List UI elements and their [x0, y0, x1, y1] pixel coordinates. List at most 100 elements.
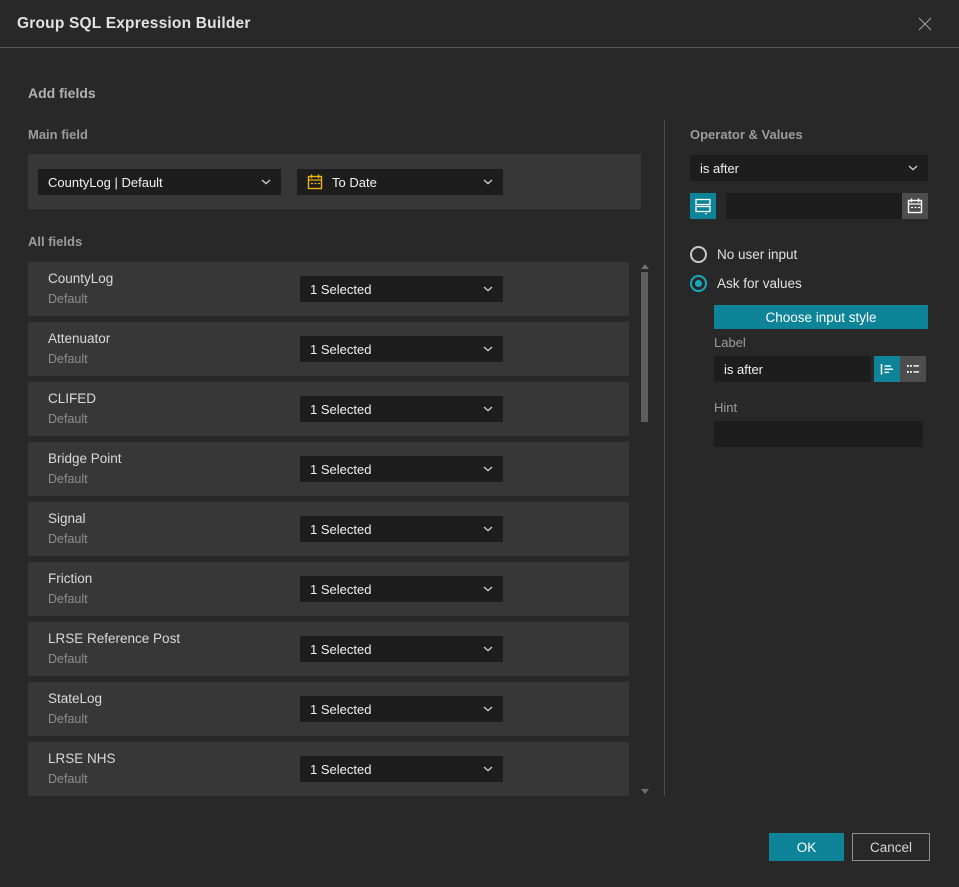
main-field-select[interactable]: CountyLog | Default: [38, 169, 281, 195]
radio-no-user-input-label: No user input: [717, 247, 798, 262]
field-values-select-value: 1 Selected: [310, 401, 372, 417]
list-input-icon: [907, 365, 919, 373]
all-fields-label: All fields: [28, 234, 83, 249]
main-field-date-select[interactable]: To Date: [297, 169, 503, 195]
label-input[interactable]: [714, 356, 871, 382]
field-row: Bridge Point Default 1 Selected: [28, 442, 629, 496]
field-values-select-value: 1 Selected: [310, 341, 372, 357]
field-values-select[interactable]: 1 Selected: [300, 696, 503, 722]
operator-values-heading: Operator & Values: [690, 127, 803, 142]
chevron-down-icon: [483, 406, 493, 412]
values-picker-button[interactable]: [690, 193, 716, 219]
add-fields-heading: Add fields: [28, 85, 96, 101]
field-name: CountyLog: [48, 271, 114, 286]
field-values-select[interactable]: 1 Selected: [300, 756, 503, 782]
field-name: Signal: [48, 511, 86, 526]
close-button[interactable]: [914, 13, 936, 35]
field-values-select-value: 1 Selected: [310, 461, 372, 477]
field-row: StateLog Default 1 Selected: [28, 682, 629, 736]
field-values-select[interactable]: 1 Selected: [300, 336, 503, 362]
chevron-down-icon: [908, 165, 918, 171]
all-fields-list: CountyLog Default 1 Selected Attenuator …: [28, 262, 629, 802]
scroll-up-icon[interactable]: [641, 264, 649, 269]
field-name: LRSE Reference Post: [48, 631, 181, 646]
main-field-panel: CountyLog | Default To Date: [28, 154, 641, 209]
field-subtitle: Default: [48, 292, 88, 306]
field-row: CountyLog Default 1 Selected: [28, 262, 629, 316]
operator-select-value: is after: [700, 160, 740, 176]
radio-circle-icon: [690, 246, 707, 263]
field-name: Friction: [48, 571, 93, 586]
field-subtitle: Default: [48, 592, 88, 606]
field-subtitle: Default: [48, 352, 88, 366]
field-values-select[interactable]: 1 Selected: [300, 396, 503, 422]
close-icon: [918, 17, 932, 30]
field-row: Friction Default 1 Selected: [28, 562, 629, 616]
chevron-down-icon: [483, 766, 493, 772]
field-row: CLIFED Default 1 Selected: [28, 382, 629, 436]
field-values-select[interactable]: 1 Selected: [300, 576, 503, 602]
field-subtitle: Default: [48, 532, 88, 546]
values-picker-icon: [695, 198, 711, 215]
chevron-down-icon: [483, 346, 493, 352]
field-subtitle: Default: [48, 712, 88, 726]
calendar-icon: [307, 174, 323, 190]
operator-select[interactable]: is after: [690, 155, 928, 181]
cancel-button[interactable]: Cancel: [852, 833, 930, 861]
field-name: CLIFED: [48, 391, 97, 406]
titlebar: Group SQL Expression Builder: [0, 0, 959, 48]
field-values-select-value: 1 Selected: [310, 641, 372, 657]
chevron-down-icon: [483, 526, 493, 532]
list-scrollbar[interactable]: [640, 262, 650, 796]
chevron-down-icon: [483, 586, 493, 592]
ok-button[interactable]: OK: [769, 833, 844, 861]
field-subtitle: Default: [48, 412, 88, 426]
field-values-select[interactable]: 1 Selected: [300, 636, 503, 662]
scrollbar-thumb[interactable]: [641, 272, 648, 422]
field-values-select-value: 1 Selected: [310, 701, 372, 717]
radio-ask-for-values[interactable]: Ask for values: [690, 275, 802, 292]
chevron-down-icon: [483, 706, 493, 712]
field-row: Signal Default 1 Selected: [28, 502, 629, 556]
field-subtitle: Default: [48, 772, 88, 786]
hint-input[interactable]: [714, 421, 923, 447]
field-subtitle: Default: [48, 652, 88, 666]
dialog-title: Group SQL Expression Builder: [17, 14, 251, 32]
field-row: LRSE NHS Default 1 Selected: [28, 742, 629, 796]
chevron-down-icon: [261, 179, 271, 185]
label-field-label: Label: [714, 335, 746, 350]
field-name: Bridge Point: [48, 451, 122, 466]
field-values-select[interactable]: 1 Selected: [300, 456, 503, 482]
field-values-select-value: 1 Selected: [310, 761, 372, 777]
single-value-input-icon: [880, 364, 893, 375]
main-field-select-value: CountyLog | Default: [48, 174, 163, 190]
field-values-select[interactable]: 1 Selected: [300, 516, 503, 542]
date-picker-button[interactable]: [902, 193, 928, 219]
field-name: LRSE NHS: [48, 751, 116, 766]
field-values-select-value: 1 Selected: [310, 521, 372, 537]
value-input[interactable]: [726, 193, 902, 219]
scroll-down-icon[interactable]: [641, 789, 649, 794]
list-style-button[interactable]: [900, 356, 926, 382]
chevron-down-icon: [483, 179, 493, 185]
choose-input-style-button[interactable]: Choose input style: [714, 305, 928, 329]
field-row: Attenuator Default 1 Selected: [28, 322, 629, 376]
field-values-select[interactable]: 1 Selected: [300, 276, 503, 302]
field-row: LRSE Reference Post Default 1 Selected: [28, 622, 629, 676]
calendar-icon: [907, 198, 923, 214]
radio-selected-icon: [690, 275, 707, 292]
field-name: StateLog: [48, 691, 103, 706]
single-value-style-button[interactable]: [874, 356, 900, 382]
field-values-select-value: 1 Selected: [310, 281, 372, 297]
radio-no-user-input[interactable]: No user input: [690, 246, 797, 263]
radio-ask-for-values-label: Ask for values: [717, 276, 802, 291]
field-values-select-value: 1 Selected: [310, 581, 372, 597]
main-field-date-select-value: To Date: [332, 174, 377, 190]
group-sql-expression-builder-dialog: Group SQL Expression Builder Add fields …: [0, 0, 959, 887]
main-field-label: Main field: [28, 127, 88, 142]
panel-divider: [664, 120, 665, 796]
chevron-down-icon: [483, 466, 493, 472]
field-subtitle: Default: [48, 472, 88, 486]
hint-field-label: Hint: [714, 400, 738, 415]
field-name: Attenuator: [48, 331, 111, 346]
